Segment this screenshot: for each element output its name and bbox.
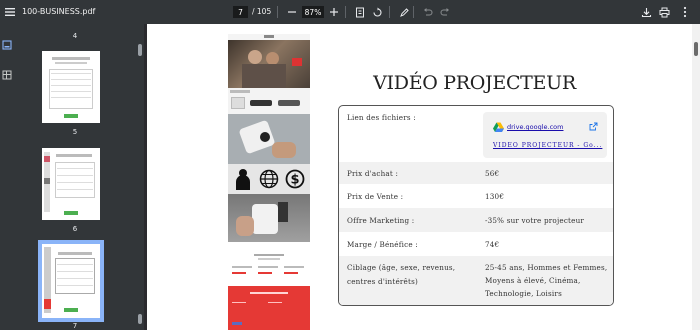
- row-label: Offre Marketing :: [347, 216, 415, 225]
- row-label: Prix d'achat :: [347, 169, 399, 178]
- page-thumbnail-6[interactable]: [42, 148, 100, 220]
- row-value: Technologie, Loisirs: [485, 289, 562, 298]
- annotate-pen-icon[interactable]: [396, 4, 412, 20]
- row-label: centres d'intérêts): [347, 277, 418, 286]
- globe-icon: [259, 169, 279, 189]
- thumbnail-sidebar: 4 5 6 7: [14, 24, 136, 330]
- thumbnail-number: 7: [72, 322, 78, 330]
- toolbar-divider: [277, 6, 278, 18]
- row-label: Lien des fichiers :: [347, 113, 416, 122]
- hand-holding-projector-image: [228, 114, 310, 164]
- projector-product-images: [228, 88, 310, 114]
- fit-page-icon[interactable]: [352, 4, 368, 20]
- rotate-icon[interactable]: [369, 4, 385, 20]
- menu-icon[interactable]: [2, 4, 18, 20]
- hands-with-projector-image: [228, 194, 310, 242]
- table-row: Lien des fichiers : drive.google.com VID…: [339, 106, 613, 160]
- page-number-input[interactable]: [233, 6, 248, 18]
- table-row: Prix d'achat : 56€: [339, 162, 613, 184]
- google-drive-icon: [493, 122, 504, 132]
- dollar-icon: $: [285, 169, 305, 189]
- row-value: 25-45 ans, Hommes et Femmes,: [485, 263, 608, 272]
- thumbnail-number: 6: [72, 225, 78, 233]
- toolbar-divider: [389, 6, 390, 18]
- sidebar-rail: [0, 24, 14, 330]
- row-label: Marge / Bénéfice :: [347, 240, 418, 249]
- page-thumbnail-7[interactable]: [38, 240, 104, 322]
- person-icon: [234, 168, 252, 190]
- toolbar-divider: [345, 6, 346, 18]
- product-info-table: Lien des fichiers : drive.google.com VID…: [338, 105, 614, 306]
- couple-watching-image: [228, 40, 310, 88]
- undo-icon[interactable]: [420, 4, 436, 20]
- file-link-title[interactable]: VIDEO PROJECTEUR - Go...: [493, 142, 602, 149]
- document-viewer: $ VIDÉO PROJECTEUR Lien des fichiers: d…: [144, 24, 700, 330]
- sidebar-scroll-thumb[interactable]: [138, 314, 142, 324]
- table-row: Prix de Vente : 130€: [339, 184, 613, 208]
- sidebar-scrollbar[interactable]: [136, 24, 144, 330]
- download-icon[interactable]: [638, 4, 654, 20]
- file-title: 100-BUSINESS.pdf: [22, 7, 96, 16]
- row-value: 74€: [485, 240, 500, 249]
- table-row: Offre Marketing : -35% sur votre project…: [339, 208, 613, 232]
- open-external-icon[interactable]: [589, 122, 598, 131]
- outline-view-icon[interactable]: [1, 66, 13, 80]
- promo-banner: [228, 286, 310, 330]
- row-value: Moyens à élevé, Cinéma,: [485, 276, 581, 285]
- row-value: 130€: [485, 192, 505, 201]
- row-label: Prix de Vente :: [347, 192, 404, 201]
- page-title: VIDÉO PROJECTEUR: [373, 72, 576, 94]
- drive-link[interactable]: drive.google.com: [507, 123, 563, 131]
- page-thumbnail-5[interactable]: [42, 51, 100, 123]
- table-row: Marge / Bénéfice : 74€: [339, 232, 613, 256]
- thumbnail-number: 4: [72, 32, 78, 40]
- row-label: Ciblage (âge, sexe, revenus,: [347, 263, 456, 272]
- thumbnail-number: 5: [72, 128, 78, 136]
- row-value: 56€: [485, 169, 500, 178]
- table-row: Ciblage (âge, sexe, revenus, centres d'i…: [339, 256, 613, 305]
- zoom-input[interactable]: [302, 6, 324, 18]
- specs-section: [228, 242, 310, 292]
- viewer-scroll-thumb[interactable]: [694, 42, 698, 56]
- product-image-strip: $: [228, 34, 310, 330]
- more-options-icon[interactable]: [677, 4, 693, 20]
- pdf-viewer: 100-BUSINESS.pdf / 105: [0, 0, 700, 330]
- thumbnails-view-icon[interactable]: [1, 36, 13, 50]
- toolbar-divider: [413, 6, 414, 18]
- zoom-in-icon[interactable]: [326, 4, 342, 20]
- link-card[interactable]: drive.google.com VIDEO PROJECTEUR - Go..…: [483, 112, 607, 158]
- zoom-out-icon[interactable]: [284, 4, 300, 20]
- redo-icon[interactable]: [437, 4, 453, 20]
- viewer-scrollbar[interactable]: [692, 24, 700, 330]
- svg-text:$: $: [290, 173, 299, 188]
- toolbar: 100-BUSINESS.pdf / 105: [0, 0, 700, 24]
- sidebar-scroll-thumb[interactable]: [138, 44, 142, 56]
- feature-icons-row: $: [228, 164, 310, 194]
- pdf-page: $ VIDÉO PROJECTEUR Lien des fichiers: d…: [147, 24, 692, 330]
- page-total: / 105: [252, 7, 272, 16]
- print-icon[interactable]: [656, 4, 672, 20]
- row-value: -35% sur votre projecteur: [485, 216, 585, 225]
